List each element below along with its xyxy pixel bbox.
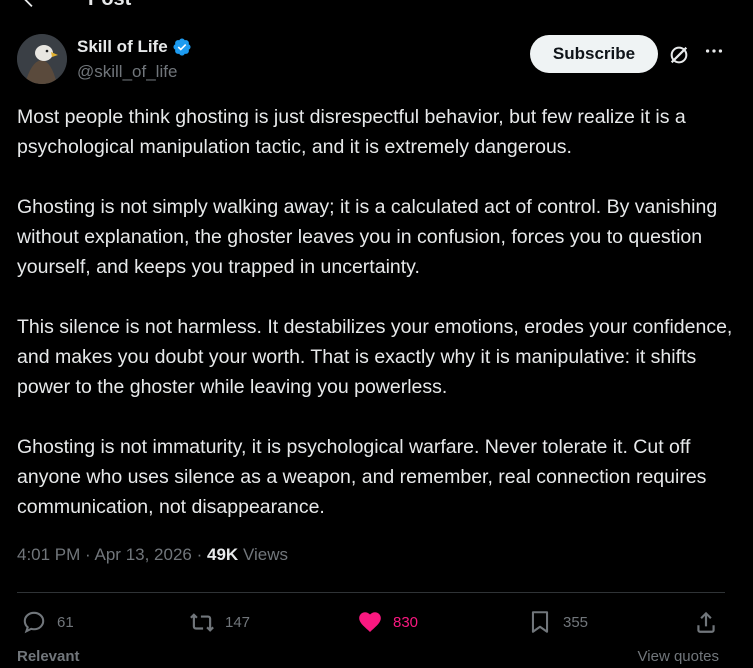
meta-separator: · [196, 545, 203, 564]
post-paragraph: This silence is not harmless. It destabi… [17, 316, 733, 398]
post-date[interactable]: Apr 13, 2026 [95, 545, 192, 564]
post-paragraph: Ghosting is not immaturity, it is psycho… [17, 436, 707, 518]
arrow-left-icon [24, 0, 33, 7]
post-time[interactable]: 4:01 PM [17, 545, 80, 564]
view-quotes-link[interactable]: View quotes [638, 648, 719, 665]
reply-count: 61 [57, 613, 74, 631]
post-paragraph: Ghosting is not simply walking away; it … [17, 196, 718, 278]
heart-filled-icon [359, 612, 381, 632]
share-icon [697, 611, 715, 633]
sort-relevant-button[interactable]: Relevant [17, 648, 80, 665]
meta-separator: · [85, 545, 91, 564]
divider [17, 592, 725, 593]
post-text: Most people think ghosting is just disre… [17, 102, 733, 552]
like-count: 830 [393, 613, 419, 631]
post-paragraph: Most people think ghosting is just disre… [17, 106, 686, 158]
views-label: Views [242, 545, 288, 564]
post-header: Skill of Life @skill_of_life Subscribe [17, 34, 736, 86]
avatar[interactable] [17, 34, 67, 84]
more-dots-icon[interactable] [703, 40, 725, 62]
bookmark-icon [531, 611, 549, 633]
bookmark-count: 355 [563, 613, 589, 631]
author-name[interactable]: Skill of Life [77, 37, 168, 57]
eagle-avatar-icon [17, 34, 67, 84]
author-handle[interactable]: @skill_of_life [77, 62, 177, 82]
verified-badge-icon [173, 38, 191, 56]
share-button[interactable] [693, 603, 719, 641]
post-meta: 4:01 PM · Apr 13, 2026 · 49K Views [17, 545, 288, 565]
like-button[interactable]: 830 [357, 603, 418, 641]
grok-icon[interactable] [668, 44, 690, 66]
author-name-row: Skill of Life [77, 37, 192, 57]
repost-count: 147 [225, 613, 251, 631]
repost-icon [190, 613, 214, 632]
views-count[interactable]: 49K [207, 545, 238, 564]
replies-sort-row: Relevant View quotes [17, 648, 725, 668]
back-button[interactable] [18, 0, 44, 12]
action-bar: 61 147 830 355 [17, 603, 725, 641]
subscribe-button[interactable]: Subscribe [530, 35, 658, 73]
bookmark-button[interactable]: 355 [527, 603, 588, 641]
reply-icon [23, 611, 45, 634]
top-bar: Post [0, 0, 753, 12]
repost-button[interactable]: 147 [189, 603, 250, 641]
page-title: Post [88, 0, 131, 12]
reply-button[interactable]: 61 [21, 603, 74, 641]
